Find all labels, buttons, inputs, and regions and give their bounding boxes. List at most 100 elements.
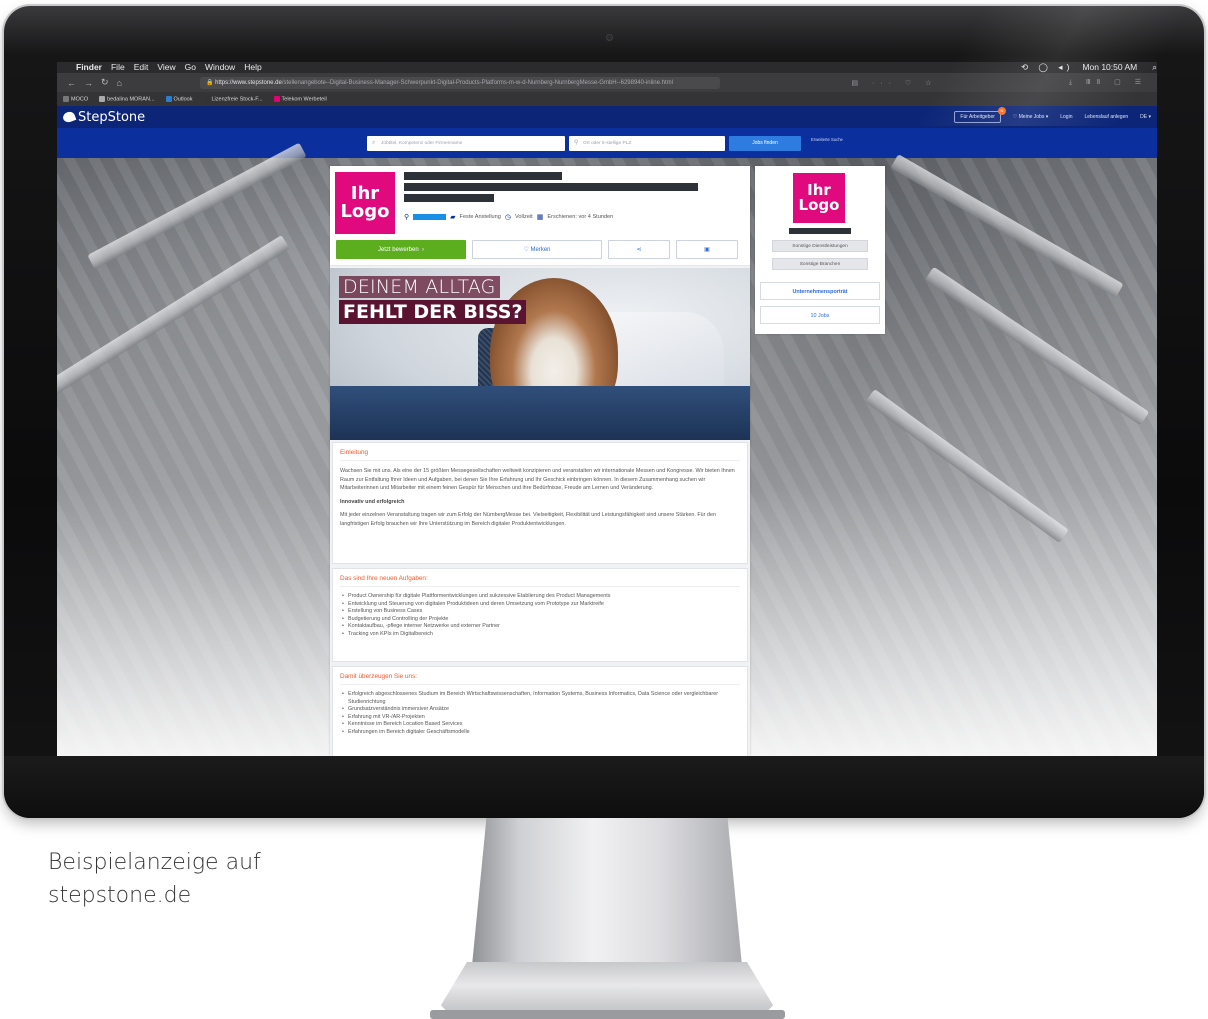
industry-tag-2[interactable]: Sonstige Branchen xyxy=(772,258,868,270)
bookmark-bedalina[interactable]: bedalina MORAN... xyxy=(99,95,155,102)
bookmark-outlook[interactable]: Outlook xyxy=(165,95,192,102)
share-button[interactable]: ⋖ xyxy=(608,240,670,259)
bookmarks-bar: MOCO bedalina MORAN... Outlook Lizenzfre… xyxy=(57,92,1157,106)
tasks-list: Product Ownership für digitale Plattform… xyxy=(340,593,740,639)
url-domain: https://www.stepstone.de xyxy=(215,79,282,86)
heart-icon: ♡ xyxy=(523,247,529,253)
redacted-company-name xyxy=(789,228,851,234)
stepstone-logo[interactable]: StepStone xyxy=(61,109,146,125)
hero-banner: DEINEM ALLTAG FEHLT DER BISS? xyxy=(330,268,750,440)
menu-go[interactable]: Go xyxy=(185,62,196,73)
erweiterte-suche-link[interactable]: Erweiterte Suche xyxy=(811,137,851,143)
search-band: ⌕ Jobtitel, Kompetenz oder Firmenname ⚲ Or… xyxy=(57,128,1157,158)
bookmark-moco[interactable]: MOCO xyxy=(63,95,88,102)
menu-view[interactable]: View xyxy=(157,62,175,73)
list-item: Erstellung von Business Cases xyxy=(340,608,740,616)
stepstone-mark-icon xyxy=(61,110,77,124)
back-icon[interactable]: ← xyxy=(67,78,76,88)
company-jobs-link[interactable]: 10 Jobs xyxy=(760,306,880,324)
camera xyxy=(606,34,613,41)
stepstone-header: StepStone Für Arbeitgeber N ♡ Meine Jobs … xyxy=(57,106,1157,128)
address-bar[interactable]: 🔒 https://www.stepstone.de/stellenangebo… xyxy=(199,76,720,89)
redacted-company xyxy=(404,194,494,202)
company-logo: Ihr Logo xyxy=(335,172,395,234)
intro-title: Einleitung xyxy=(340,449,740,461)
login-link[interactable]: Login xyxy=(1060,114,1072,120)
job-search-input[interactable]: ⌕ Jobtitel, Kompetenz oder Firmenname xyxy=(367,136,565,151)
forward-icon[interactable]: → xyxy=(84,78,93,88)
job-meta: ⚲ ▰ Feste Anstellung ◷ Vollzeit ▦ Erschi… xyxy=(404,213,613,221)
reload-icon[interactable]: ↻ xyxy=(101,77,109,88)
list-item: Grundsatzverständnis immersiver Ansätze xyxy=(340,706,740,714)
menubar-clock[interactable]: Mon 10:50 AM xyxy=(1082,62,1137,73)
bookmark-stock[interactable]: Lizenzfreie Stock-F... xyxy=(203,95,263,102)
url-path: /stellenangebote--Digital-Business-Manag… xyxy=(281,79,673,86)
list-item: Erfolgreich abgeschlossenes Studium im B… xyxy=(340,691,740,706)
redacted-location[interactable] xyxy=(413,214,447,220)
published-date: Erschienen: vor 4 Stunden xyxy=(547,214,614,220)
menu-file[interactable]: File xyxy=(111,62,125,73)
location-input[interactable]: ⚲ Ort oder 5-stellige PLZ xyxy=(569,136,725,151)
profile-list: Erfolgreich abgeschlossenes Studium im B… xyxy=(340,691,740,737)
search-icon: ⌕ xyxy=(372,140,376,146)
jobs-finden-button[interactable]: Jobs finden xyxy=(729,136,801,151)
list-item: Tracking von KPIs im Digitalbereich xyxy=(340,631,740,639)
intro-paragraph: Wachsen Sie mit uns. Als eine der 15 grö… xyxy=(340,468,735,492)
company-logo-small[interactable]: Ihr Logo xyxy=(793,173,845,223)
list-item: Product Ownership für digitale Plattform… xyxy=(340,593,740,601)
lock-icon: 🔒 xyxy=(205,79,216,86)
menu-window[interactable]: Window xyxy=(205,62,235,73)
apply-button[interactable]: Jetzt bewerben › xyxy=(336,240,466,259)
stepstone-brand: StepStone xyxy=(78,109,146,125)
menu-help[interactable]: Help xyxy=(244,62,261,73)
profile-title: Damit überzeugen Sie uns: xyxy=(340,673,740,685)
bookmark-telekom[interactable]: Telekom Werbeteil xyxy=(273,95,327,102)
redacted-title-1 xyxy=(404,172,562,180)
browser-extension-icons[interactable]: ⤓ ⅢⅡ ▢ ☰ xyxy=(1069,78,1147,87)
fuer-arbeitgeber-button[interactable]: Für Arbeitgeber N xyxy=(954,107,1006,123)
monitor-chin xyxy=(4,756,1204,818)
stage: Finder File Edit View Go Window Help ⟲ ◯… xyxy=(0,0,1208,1019)
intro-subheading: Innovativ und erfolgreich xyxy=(340,498,405,505)
monitor-stand-base xyxy=(430,1010,785,1019)
calendar-icon: ▦ xyxy=(536,214,544,221)
print-icon: ▣ xyxy=(704,247,710,253)
spotlight-icon[interactable]: ⌕ xyxy=(1152,62,1157,73)
caption-line-1: Beispielanzeige auf xyxy=(48,850,261,875)
job-header: Ihr Logo ⚲ ▰ Feste Anstellung ◷ Vollzeit … xyxy=(330,166,750,266)
language-select[interactable]: DE ▾ xyxy=(1140,114,1151,120)
screen: Finder File Edit View Go Window Help ⟲ ◯… xyxy=(57,62,1157,756)
home-icon[interactable]: ⌂ xyxy=(117,78,122,88)
location-pin-icon: ⚲ xyxy=(574,140,579,146)
browser-toolbar-icons[interactable]: ▤ ··· ♡ ☆ xyxy=(851,79,937,87)
redacted-title-2 xyxy=(404,183,698,191)
clock-icon: ◷ xyxy=(504,214,511,221)
tasks-section: Das sind Ihre neuen Aufgaben: Product Ow… xyxy=(332,568,748,662)
contract-type: Feste Anstellung xyxy=(459,214,501,220)
intro-section: Einleitung Wachsen Sie mit uns. Als eine… xyxy=(332,442,748,564)
notification-badge: N xyxy=(997,107,1006,115)
status-icons[interactable]: ⟲ ◯ ◂) xyxy=(1021,62,1073,73)
list-item: Budgetierung und Controlling der Projekt… xyxy=(340,616,740,624)
menu-finder[interactable]: Finder xyxy=(76,62,102,73)
list-item: Kenntnisse im Bereich Location Based Ser… xyxy=(340,721,740,729)
caption-line-2: stepstone.de xyxy=(48,883,192,908)
print-button[interactable]: ▣ xyxy=(676,240,738,259)
lebenslauf-link[interactable]: Lebenslauf anlegen xyxy=(1084,114,1128,120)
company-card: Ihr Logo Sonstige Dienstleistungen Sonsti… xyxy=(755,166,885,334)
list-item: Erfahrung mit VR-/AR-Projekten xyxy=(340,714,740,722)
monitor-stand xyxy=(470,818,744,986)
industry-tag-1[interactable]: Sonstige Dienstleistungen xyxy=(772,240,868,252)
mac-menubar: Finder File Edit View Go Window Help ⟲ ◯… xyxy=(57,62,1157,73)
browser-toolbar: ← → ↻ ⌂ 🔒 https://www.stepstone.de/stell… xyxy=(57,73,1157,92)
work-time: Vollzeit xyxy=(515,214,533,220)
caption: Beispielanzeige auf stepstone.de xyxy=(48,846,261,912)
briefcase-icon: ▰ xyxy=(450,214,456,221)
list-item: Kontaktaufbau, -pflege interner Netzwerk… xyxy=(340,623,740,631)
list-item: Erfahrungen im Bereich digitaler Geschäf… xyxy=(340,729,740,737)
list-item: Entwicklung und Steuerung von digitalen … xyxy=(340,601,740,609)
meine-jobs-link[interactable]: ♡ Meine Jobs ▾ xyxy=(1013,114,1048,120)
save-button[interactable]: ♡ Merken xyxy=(472,240,602,259)
company-portrait-link[interactable]: Unternehmensporträt xyxy=(760,282,880,300)
menu-edit[interactable]: Edit xyxy=(134,62,149,73)
